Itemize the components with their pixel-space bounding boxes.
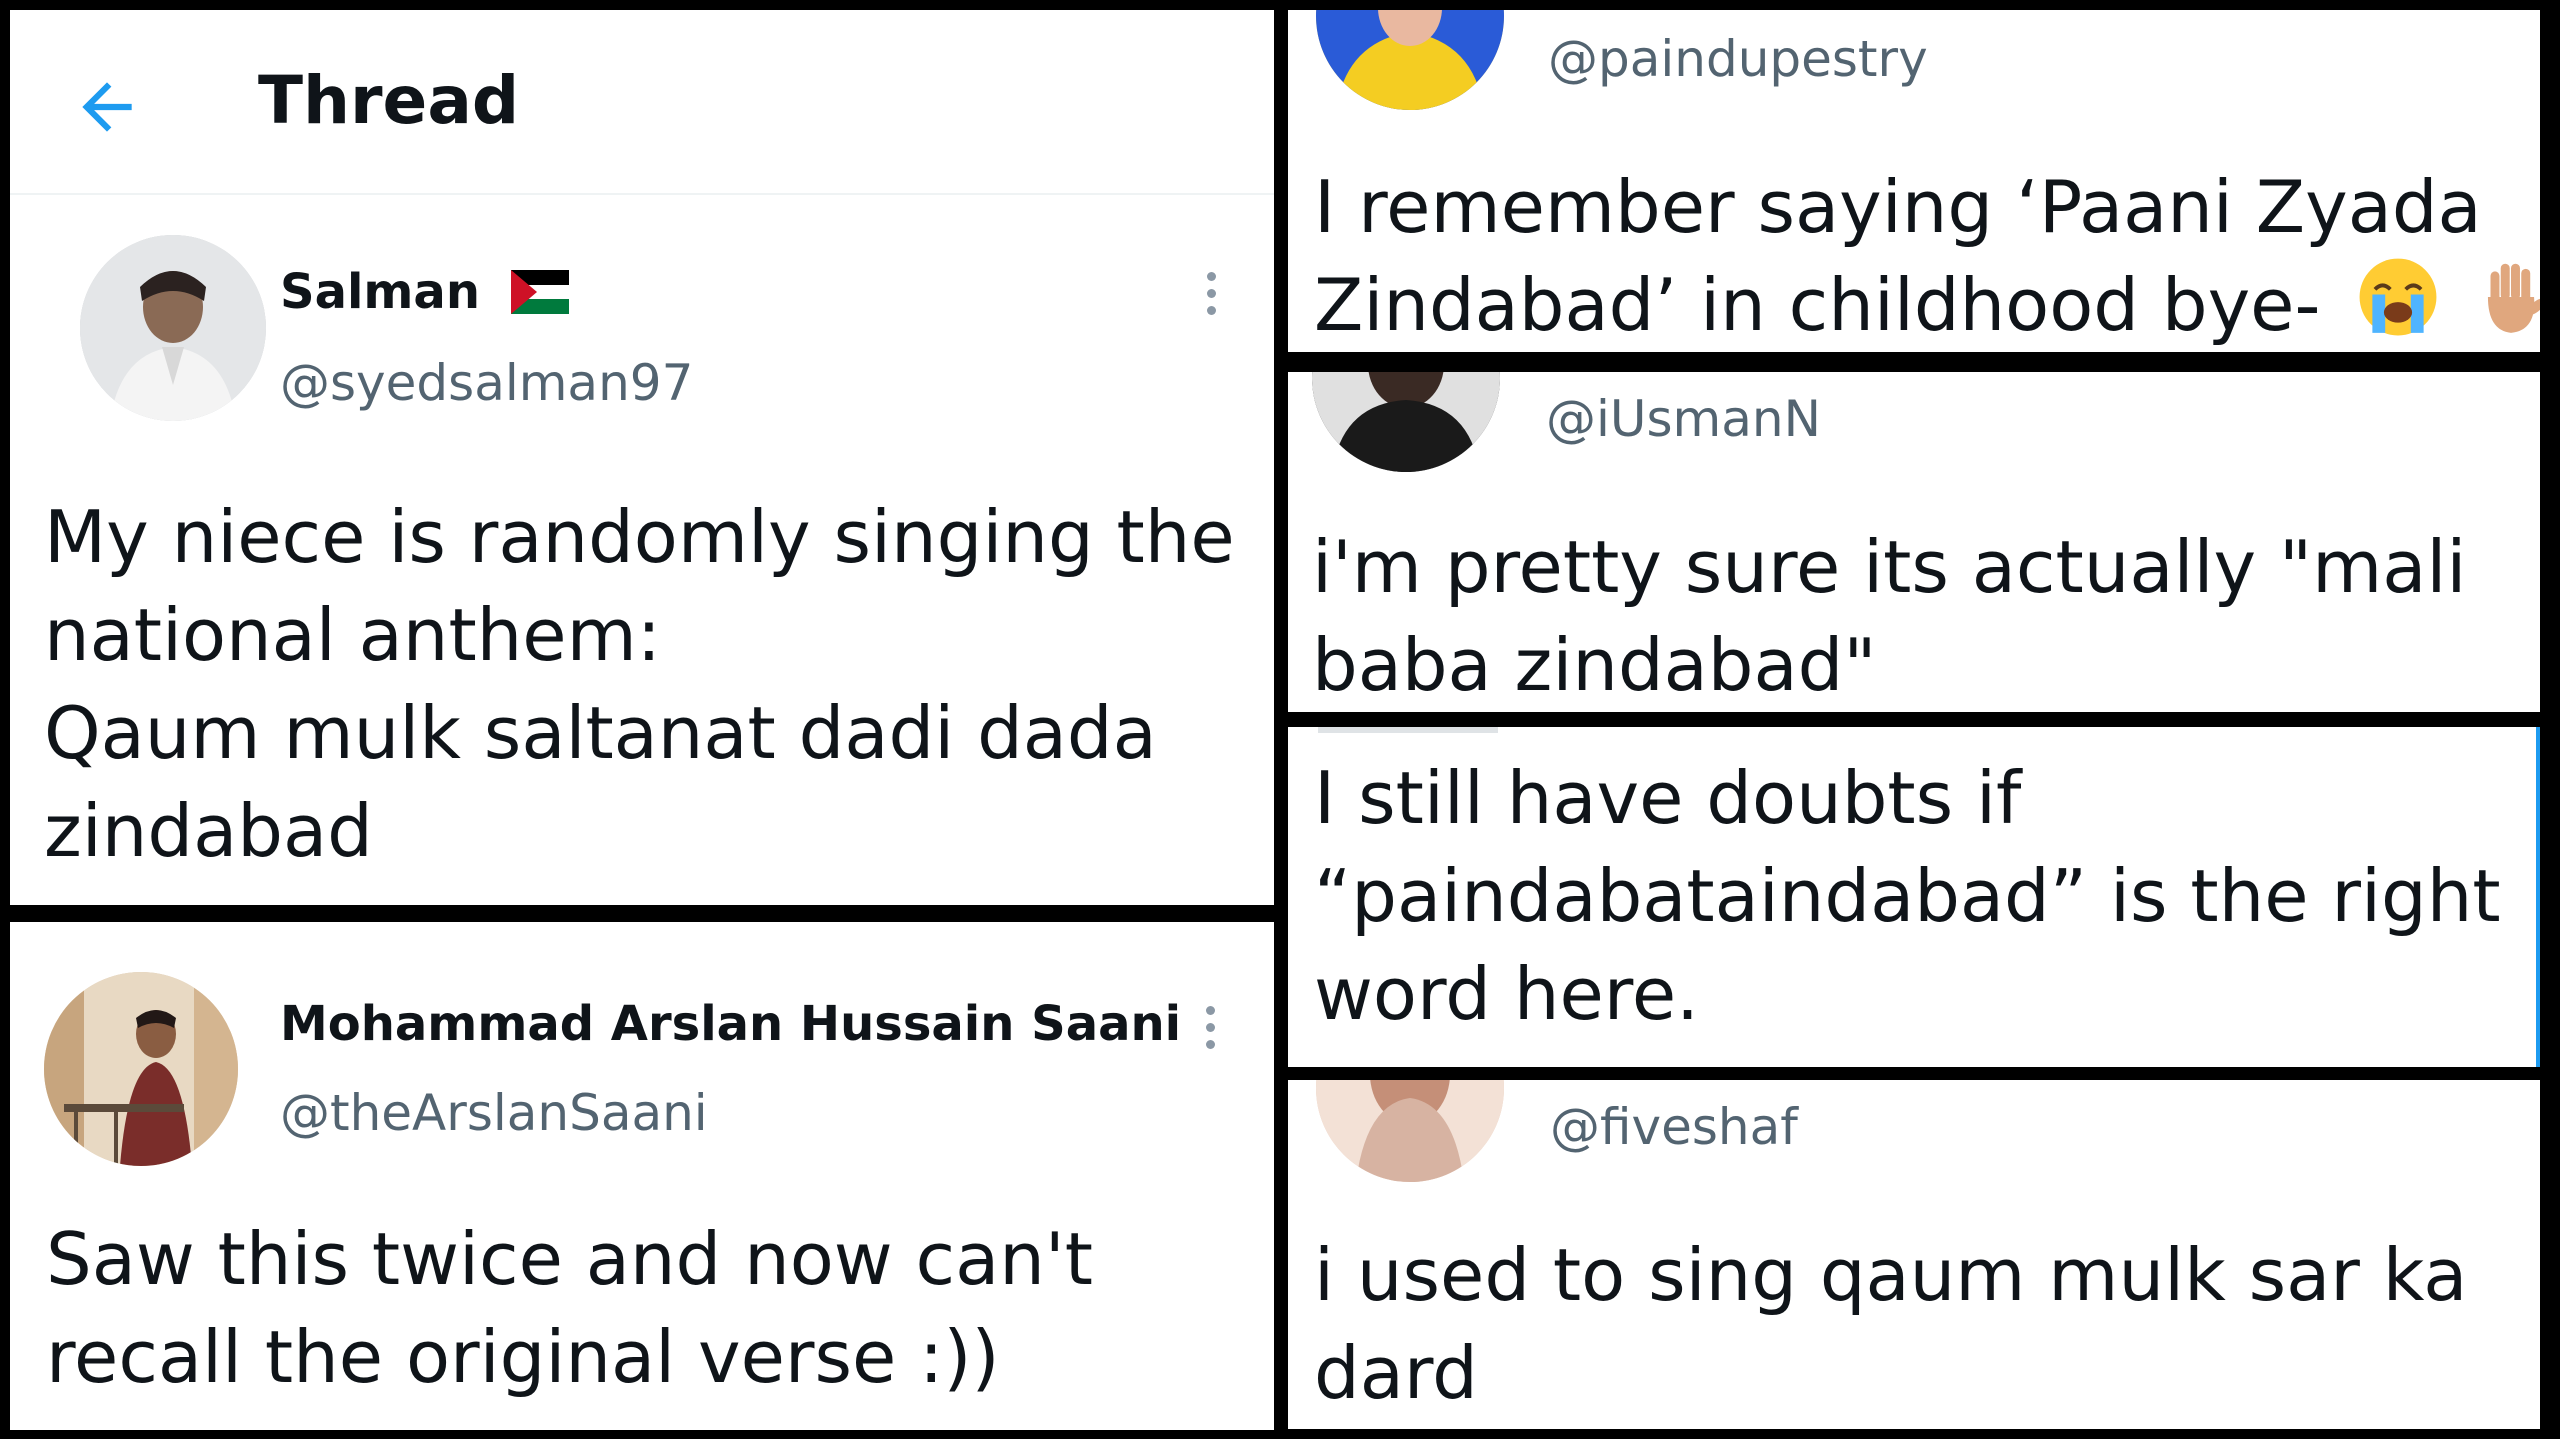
tweet-text-line: word here. [1314, 952, 1699, 1036]
tweet-text: I still have doubts if “paindabataindaba… [1314, 749, 2501, 1043]
raised-hand-emoji [2488, 263, 2540, 333]
tweet-text-line-content: Zindabad’ in childhood bye- [1314, 263, 2321, 347]
more-vertical-icon[interactable] [1206, 1006, 1218, 1057]
author-name[interactable]: Salman [280, 268, 569, 316]
selection-indicator [2536, 727, 2540, 1067]
tweet-panel-arslan: Mohammad Arslan Hussain Saani @theArslan… [10, 922, 1274, 1430]
tweet-text-line: zindabad [44, 789, 373, 873]
tweet-text-line: Saw this twice and now can't [46, 1217, 1093, 1301]
arrow-left-icon[interactable] [70, 70, 144, 144]
more-vertical-icon[interactable] [1207, 272, 1219, 323]
author-handle[interactable]: @syedsalman97 [280, 358, 693, 408]
tweet-text: I remember saying ‘Paani Zyada Zindabad’… [1314, 158, 2540, 352]
tweet-text-line: baba zindabad" [1312, 623, 1877, 707]
tweet-text: My niece is randomly singing the nationa… [44, 488, 1235, 880]
author-handle[interactable]: @fiveshaf [1550, 1102, 1798, 1152]
tweet-text-line: “paindabataindabad” is the right [1314, 854, 2501, 938]
tweet-panel-paindabataindabad: I still have doubts if “paindabataindaba… [1288, 727, 2540, 1067]
avatar[interactable] [1316, 1080, 1504, 1182]
author-name[interactable]: Mohammad Arslan Hussain Saani [280, 1000, 1181, 1048]
tweet-text-line: My niece is randomly singing the [44, 495, 1235, 579]
tweet-text-line: Qaum mulk saltanat dadi dada [44, 691, 1157, 775]
avatar[interactable] [80, 235, 266, 421]
avatar[interactable] [44, 972, 238, 1166]
author-name-text: Salman [280, 264, 480, 320]
tweet-text-line: dard [1314, 1331, 1478, 1415]
tweet-text: Saw this twice and now can't recall the … [46, 1210, 1093, 1406]
tweet-text-line: i used to sing qaum mulk sar ka [1314, 1233, 2468, 1317]
page-title: Thread [258, 62, 520, 139]
cut-off-line [1318, 727, 1498, 733]
tweet-text: i used to sing qaum mulk sar ka dard [1314, 1226, 2467, 1422]
tweet-panel-paindupestry: @paindupestry I remember saying ‘Paani Z… [1288, 10, 2540, 352]
tweet-text-line: national anthem: [44, 593, 661, 677]
tweet-text: i'm pretty sure its actually "mali baba … [1312, 518, 2466, 712]
tweet-text-line: I still have doubts if [1314, 756, 2022, 840]
palestine-flag-icon [510, 270, 569, 314]
author-handle[interactable]: @paindupestry [1548, 34, 1928, 84]
author-handle[interactable]: @iUsmanN [1546, 394, 1821, 444]
tweet-text-line: recall the original verse :)) [46, 1315, 1000, 1399]
avatar[interactable] [1312, 372, 1500, 472]
loudly-crying-face-emoji [2359, 258, 2437, 336]
tweet-panel-iusmann: @iUsmanN i'm pretty sure its actually "m… [1288, 372, 2540, 712]
avatar[interactable] [1316, 10, 1504, 110]
tweet-panel-salman: Thread Salman @syedsalman97 My niece is … [10, 10, 1274, 905]
tweet-text-line: I remember saying ‘Paani Zyada [1314, 165, 2482, 249]
author-handle[interactable]: @theArslanSaani [280, 1088, 708, 1138]
thread-header: Thread [10, 10, 1274, 195]
tweet-text-line: i'm pretty sure its actually "mali [1312, 525, 2467, 609]
tweet-panel-fiveshaf: @fiveshaf i used to sing qaum mulk sar k… [1288, 1080, 2540, 1429]
tweet-text-line: Zindabad’ in childhood bye- [1314, 256, 2540, 352]
